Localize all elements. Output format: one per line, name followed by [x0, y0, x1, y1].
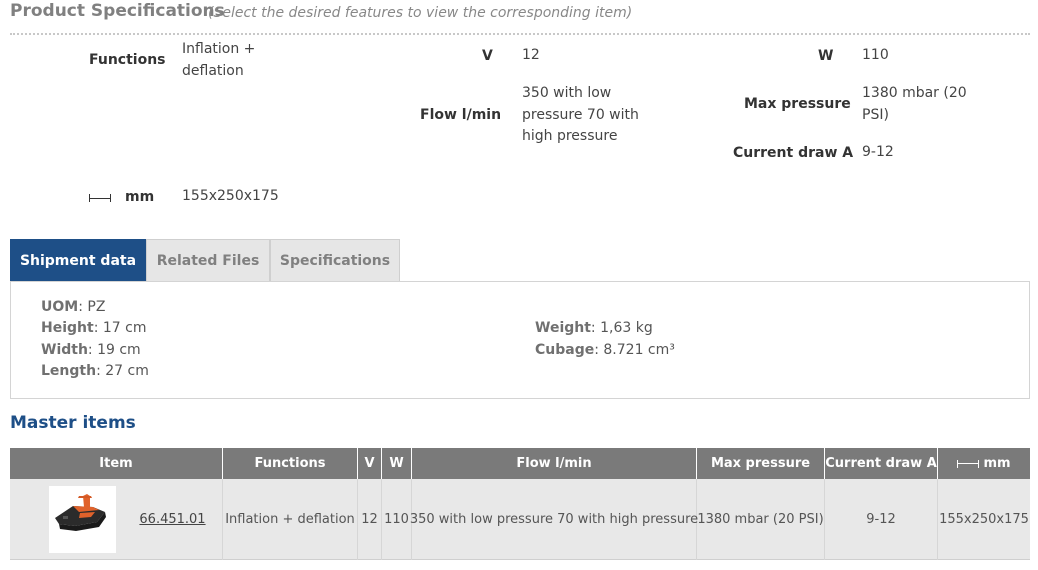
width-row: Width: 19 cm	[41, 342, 141, 358]
col-header-mm: mm	[938, 448, 1030, 479]
tab-specifications[interactable]: Specifications	[270, 239, 400, 282]
tab-shipment-data[interactable]: Shipment data	[10, 239, 146, 282]
col-header-flow: Flow l/min	[412, 448, 697, 479]
pump-product-image	[49, 486, 116, 553]
product-thumbnail[interactable]	[49, 486, 116, 553]
item-cell: 66.451.01	[123, 479, 223, 560]
w-value: 110	[862, 47, 889, 63]
uom-row: UOM: PZ	[41, 299, 105, 315]
page-title: Product Specifications	[10, 1, 225, 21]
mm-value: 155x250x175	[182, 188, 279, 204]
max-pressure-label: Max pressure	[744, 96, 851, 112]
v-value: 12	[522, 47, 540, 63]
mm-label: mm	[125, 189, 155, 205]
max-pressure-value: 1380 mbar (20 PSI)	[862, 85, 967, 123]
length-row: Length: 27 cm	[41, 363, 149, 379]
height-label: Height	[41, 320, 94, 336]
col-header-w: W	[382, 448, 412, 479]
page-subtitle: (Select the desired features to view the…	[208, 5, 633, 21]
functions-label: Functions	[89, 52, 166, 68]
weight-value: : 1,63 kg	[590, 320, 653, 336]
current-draw-cell: 9-12	[825, 479, 938, 560]
dimension-arrow-icon	[957, 459, 980, 468]
w-label: W	[818, 48, 834, 64]
col-header-functions: Functions	[223, 448, 358, 479]
current-draw-value: 9-12	[862, 144, 894, 160]
col-header-v: V	[358, 448, 382, 479]
col-header-max-pressure: Max pressure	[697, 448, 825, 479]
item-code-link[interactable]: 66.451.01	[139, 512, 205, 527]
length-value: : 27 cm	[96, 363, 149, 379]
master-items-title: Master items	[10, 413, 136, 433]
col-header-item: Item	[10, 448, 223, 479]
length-label: Length	[41, 363, 97, 379]
flow-label: Flow l/min	[420, 107, 502, 123]
col-header-current-draw: Current draw A	[825, 448, 938, 479]
flow-value: 350 with low pressure 70 with high press…	[522, 85, 639, 144]
height-row: Height: 17 cm	[41, 320, 146, 336]
flow-cell: 350 with low pressure 70 with high press…	[410, 479, 698, 560]
width-label: Width	[41, 342, 88, 358]
uom-label: UOM	[41, 299, 79, 315]
height-value: : 17 cm	[93, 320, 147, 336]
shipment-panel	[10, 281, 1030, 399]
current-draw-label: Current draw A	[733, 145, 854, 161]
w-cell: 110	[382, 479, 412, 560]
cubage-row: Cubage: 8.721 cm³	[535, 342, 675, 358]
cubage-label: Cubage	[535, 342, 595, 358]
max-pressure-cell: 1380 mbar (20 PSI)	[697, 479, 825, 560]
mm-cell: 155x250x175	[939, 512, 1029, 527]
tab-related-files[interactable]: Related Files	[146, 239, 270, 282]
v-cell: 12	[358, 479, 382, 560]
v-label: V	[482, 48, 493, 64]
uom-value: : PZ	[78, 299, 106, 315]
width-value: : 19 cm	[87, 342, 141, 358]
cubage-value: : 8.721 cm³	[594, 342, 675, 358]
dimension-arrow-icon	[89, 194, 111, 202]
spec-header: Product Specifications (Select the desir…	[10, 0, 1030, 35]
weight-row: Weight: 1,63 kg	[535, 320, 653, 336]
functions-value: Inflation + deflation	[182, 41, 256, 79]
weight-label: Weight	[535, 320, 591, 336]
col-header-mm-label: mm	[983, 456, 1011, 471]
functions-cell: Inflation + deflation	[223, 479, 358, 560]
